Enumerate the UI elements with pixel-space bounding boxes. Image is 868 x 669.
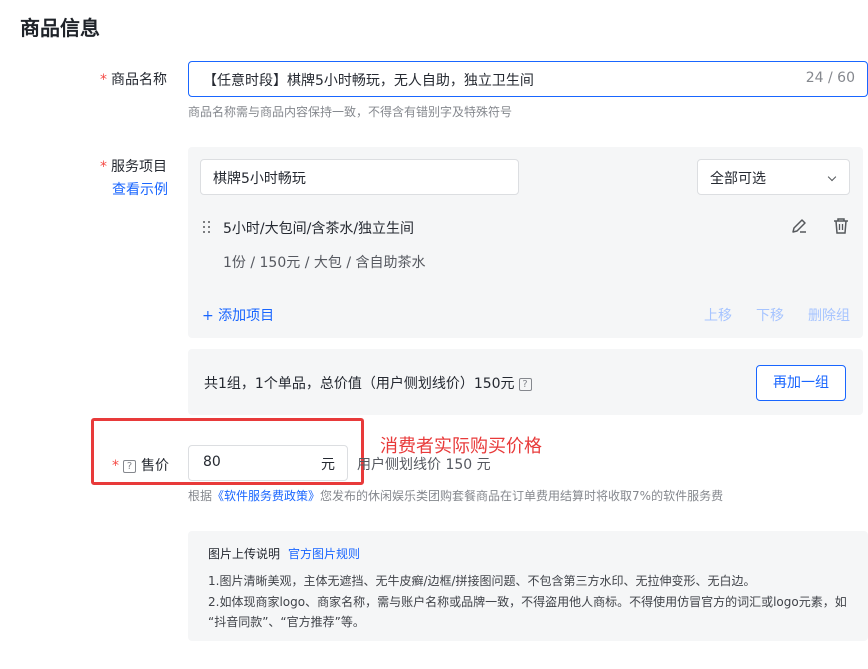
image-rules-link[interactable]: 官方图片规则 xyxy=(288,547,360,561)
help-icon[interactable]: ? xyxy=(123,459,136,473)
trash-icon[interactable] xyxy=(831,216,851,236)
line-price-text: 用户侧划线价 150 元 xyxy=(357,457,491,473)
price-input[interactable]: 80 元 xyxy=(188,445,348,481)
service-group-panel: 棋牌5小时畅玩 全部可选 5小时/大包间/含茶水/独立生间 1份 / 150元 … xyxy=(188,147,863,338)
choice-select[interactable]: 全部可选 xyxy=(697,159,850,195)
image-rule-1: 1.图片清晰美观，主体无遮挡、无牛皮癣/边框/拼接图问题、不包含第三方水印、无拉… xyxy=(208,574,756,588)
image-rules-title-row: 图片上传说明 官方图片规则 xyxy=(208,545,360,562)
edit-icon[interactable] xyxy=(789,216,809,236)
policy-link[interactable]: 《软件服务费政策》 xyxy=(212,489,320,503)
policy-hint-prefix: 根据 xyxy=(188,489,213,503)
summary-panel: 共1组，1个单品，总价值（用户侧划线价）150元? 再加一组 xyxy=(188,349,863,415)
move-down-button[interactable]: 下移 xyxy=(756,305,784,325)
view-example-link[interactable]: 查看示例 xyxy=(112,179,168,199)
summary-text: 共1组，1个单品，总价值（用户侧划线价）150元 xyxy=(204,376,515,392)
product-name-hint: 商品名称需与商品内容保持一致，不得含有错别字及特殊符号 xyxy=(188,105,513,119)
add-group-button[interactable]: 再加一组 xyxy=(756,365,846,401)
group-name-input[interactable]: 棋牌5小时畅玩 xyxy=(200,159,519,195)
service-label-text: 服务项目 xyxy=(111,159,167,175)
image-rules-panel: 图片上传说明 官方图片规则 1.图片清晰美观，主体无遮挡、无牛皮癣/边框/拼接图问… xyxy=(188,531,868,641)
service-label: * 服务项目 xyxy=(100,156,167,176)
policy-hint: 根据《软件服务费政策》您发布的休闲娱乐类团购套餐商品在订单费用结算时将收取7%的… xyxy=(188,487,723,504)
price-unit: 元 xyxy=(321,457,335,473)
choice-select-value: 全部可选 xyxy=(710,171,766,187)
move-up-button[interactable]: 上移 xyxy=(704,305,732,325)
section-title: 商品信息 xyxy=(20,16,100,40)
policy-hint-suffix: 您发布的休闲娱乐类团购套餐商品在订单费用结算时将收取7%的软件服务费 xyxy=(320,489,724,503)
product-name-label: * 商品名称 xyxy=(100,69,167,89)
image-rules-title: 图片上传说明 xyxy=(208,547,281,561)
help-icon[interactable]: ? xyxy=(518,377,532,391)
product-name-label-text: 商品名称 xyxy=(111,72,167,88)
product-name-value: 【任意时段】棋牌5小时畅玩，无人自助，独立卫生间 xyxy=(203,73,534,89)
price-value: 80 xyxy=(203,454,221,470)
service-item-desc: 1份 / 150元 / 大包 / 含自助茶水 xyxy=(223,255,426,271)
image-rule-3: “抖音同款”、“官方推荐”等。 xyxy=(208,615,365,629)
product-name-input[interactable]: 【任意时段】棋牌5小时畅玩，无人自助，独立卫生间 24 / 60 xyxy=(188,61,868,97)
delete-group-button[interactable]: 删除组 xyxy=(808,305,850,325)
required-mark: * xyxy=(112,458,119,474)
price-label: *? 售价 xyxy=(112,455,169,475)
image-rule-2: 2.如体现商家logo、商家名称，需与账户名称或品牌一致，不得盗用他人商标。不得… xyxy=(208,595,847,609)
chevron-down-icon xyxy=(827,172,837,182)
add-item-button[interactable]: + 添加项目 xyxy=(202,305,274,325)
service-item-title: 5小时/大包间/含茶水/独立生间 xyxy=(223,221,415,237)
price-label-text: 售价 xyxy=(141,458,169,474)
char-counter: 24 / 60 xyxy=(805,70,855,86)
required-mark: * xyxy=(100,159,107,175)
summary-text-row: 共1组，1个单品，总价值（用户侧划线价）150元? xyxy=(204,373,532,393)
drag-handle-icon[interactable] xyxy=(203,221,211,234)
required-mark: * xyxy=(100,72,107,88)
